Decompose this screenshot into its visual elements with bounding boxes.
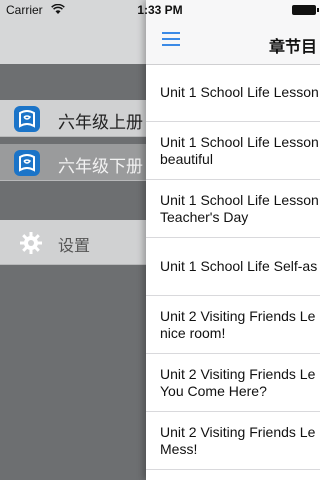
battery-icon bbox=[292, 5, 319, 15]
status-time: 1:33 PM bbox=[137, 3, 183, 17]
gear-icon bbox=[20, 232, 42, 254]
book-app-icon bbox=[14, 150, 40, 176]
chapter-list: Unit 1 School Life Lesson Unit 1 School … bbox=[146, 64, 320, 480]
list-item[interactable]: Unit 2 Visiting Friends Le nice room! bbox=[146, 296, 320, 354]
list-item-subtitle: nice room! bbox=[160, 325, 226, 341]
list-item-title: Unit 1 School Life Self-as bbox=[160, 258, 318, 274]
hamburger-menu-icon[interactable] bbox=[162, 32, 184, 50]
menu-item-grade6-vol1[interactable]: 六年级上册 bbox=[0, 100, 150, 137]
list-item[interactable]: Unit 1 School Life Lesson bbox=[146, 64, 320, 122]
menu-item-settings[interactable]: 设置 bbox=[0, 220, 150, 265]
menu-item-label: 六年级上册 bbox=[58, 113, 143, 133]
chapter-panel: 章节目 Unit 1 School Life Lesson Unit 1 Sch… bbox=[146, 0, 320, 480]
list-item[interactable]: Unit 1 School Life Self-as bbox=[146, 238, 320, 296]
list-item-title: Unit 1 School Life Lesson bbox=[160, 84, 319, 100]
list-item-subtitle: Mess! bbox=[160, 441, 198, 457]
list-item-title: Unit 2 Visiting Friends Le bbox=[160, 424, 316, 440]
menu-item-grade6-vol2[interactable]: 六年级下册 bbox=[0, 144, 150, 181]
list-item-subtitle: beautiful bbox=[160, 151, 213, 167]
list-item[interactable]: Unit 1 School Life Lesson Teacher's Day bbox=[146, 180, 320, 238]
list-item-title: Unit 2 Visiting Friends Le bbox=[160, 366, 316, 382]
page-title: 章节目 bbox=[269, 37, 318, 56]
status-bar: Carrier 1:33 PM bbox=[0, 0, 320, 20]
menu-item-label: 六年级下册 bbox=[58, 157, 143, 177]
list-item-subtitle: Teacher's Day bbox=[160, 209, 249, 225]
list-item-subtitle: You Come Here? bbox=[160, 383, 267, 399]
list-item-title: Unit 1 School Life Lesson bbox=[160, 134, 319, 150]
list-item[interactable]: Unit 2 Visiting Friends Le Mess! bbox=[146, 412, 320, 470]
list-item-title: Unit 1 School Life Lesson bbox=[160, 192, 319, 208]
settings-label: 设置 bbox=[58, 236, 91, 255]
list-item-title: Unit 2 Visiting Friends Le bbox=[160, 308, 316, 324]
book-app-icon bbox=[14, 106, 40, 132]
list-item[interactable]: Unit 1 School Life Lesson beautiful bbox=[146, 122, 320, 180]
list-item[interactable]: Unit 2 Visiting Friends Le You Come Here… bbox=[146, 354, 320, 412]
